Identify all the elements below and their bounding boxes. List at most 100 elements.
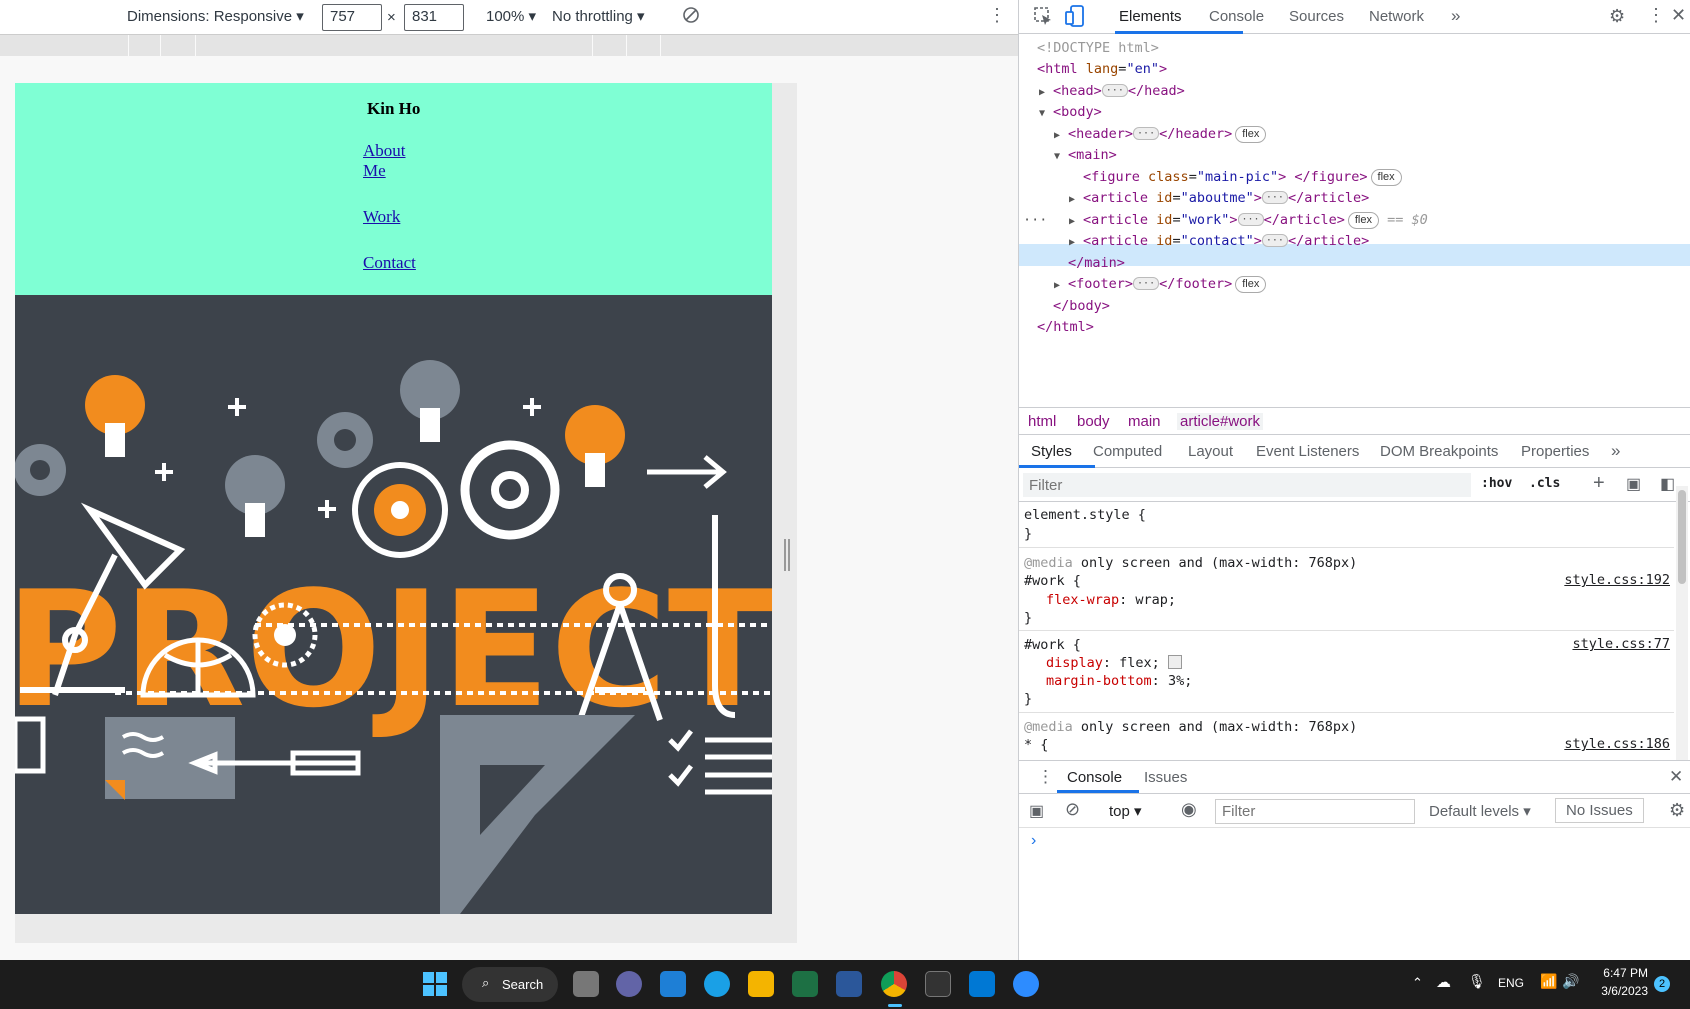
language-indicator[interactable]: ENG xyxy=(1498,976,1524,990)
drawer-menu-icon[interactable]: ⋮ xyxy=(1037,767,1054,787)
zoom-dropdown[interactable]: 100% ▾ xyxy=(486,7,536,25)
breadcrumb-html[interactable]: html xyxy=(1028,413,1056,430)
tab-network[interactable]: Network xyxy=(1369,8,1424,25)
toggle-sidebar-icon[interactable]: ◧ xyxy=(1660,474,1675,494)
more-options-icon[interactable]: ⋮ xyxy=(988,5,1006,26)
source-link[interactable]: style.css:186 xyxy=(1564,736,1670,752)
nav-link-contact[interactable]: Contact xyxy=(363,253,419,273)
sidebar-toggle-icon[interactable]: ▣ xyxy=(1029,801,1044,821)
hov-toggle[interactable]: :hov xyxy=(1481,476,1512,491)
dom-article-work[interactable]: ▶ <article id="work"> ··· </article> flex ==… xyxy=(1069,210,1428,231)
wifi-icon[interactable]: 📶 xyxy=(1540,973,1557,990)
dom-footer-node[interactable]: ▶ <footer> ··· </footer> flex xyxy=(1054,274,1267,295)
tab-computed[interactable]: Computed xyxy=(1093,443,1162,460)
chrome-icon[interactable] xyxy=(881,971,907,997)
scrollbar-thumb[interactable] xyxy=(1678,490,1686,584)
viewport-stage: Kin Ho About Me Work Contact PROJECT xyxy=(0,56,1018,990)
source-link[interactable]: style.css:77 xyxy=(1572,636,1670,652)
dom-article-aboutme[interactable]: ▶ <article id="aboutme"> ··· </article> xyxy=(1069,188,1369,209)
dimensions-dropdown[interactable]: Dimensions: Responsive ▾ xyxy=(127,7,304,25)
inspect-element-icon[interactable] xyxy=(1033,6,1053,29)
dom-head-node[interactable]: ▶ <head> ··· </head> xyxy=(1039,81,1185,102)
drawer-tab-console[interactable]: Console xyxy=(1067,769,1122,786)
breadcrumb-article-work[interactable]: article#work xyxy=(1177,413,1264,430)
tab-sources[interactable]: Sources xyxy=(1289,8,1344,25)
flex-badge[interactable]: flex xyxy=(1370,169,1402,186)
tab-properties[interactable]: Properties xyxy=(1521,443,1589,460)
store-icon[interactable] xyxy=(660,971,686,997)
clock-date[interactable]: 3/6/2023 xyxy=(1596,984,1648,998)
word-icon[interactable] xyxy=(836,971,862,997)
rotate-icon[interactable] xyxy=(681,5,701,29)
more-tabs-icon[interactable]: » xyxy=(1451,6,1460,26)
height-input[interactable]: 831 xyxy=(404,4,464,31)
context-selector[interactable]: top ▾ xyxy=(1109,802,1142,820)
more-tabs-icon[interactable]: » xyxy=(1611,441,1620,461)
cls-toggle[interactable]: .cls xyxy=(1529,476,1560,491)
tab-console[interactable]: Console xyxy=(1209,8,1264,25)
close-drawer-icon[interactable]: ✕ xyxy=(1669,767,1683,787)
resize-handle-right[interactable] xyxy=(784,539,790,571)
paint-bucket-icon[interactable]: ▣ xyxy=(1626,474,1641,494)
flexbox-editor-icon[interactable] xyxy=(1167,655,1182,669)
flex-badge[interactable]: flex xyxy=(1347,212,1379,229)
console-settings-icon[interactable]: ⚙ xyxy=(1669,800,1685,821)
styles-filter-input[interactable] xyxy=(1023,473,1471,497)
vscode-icon[interactable] xyxy=(969,971,995,997)
customize-menu-icon[interactable]: ⋮ xyxy=(1647,5,1665,26)
styles-scrollbar[interactable] xyxy=(1676,486,1688,760)
width-input[interactable]: 757 xyxy=(322,4,382,31)
drawer-tab-issues[interactable]: Issues xyxy=(1144,769,1187,786)
clear-console-icon[interactable]: ⊘ xyxy=(1065,799,1080,820)
notification-badge[interactable]: 2 xyxy=(1654,976,1670,992)
volume-icon[interactable]: 🔊 xyxy=(1562,973,1579,990)
breadcrumb-main[interactable]: main xyxy=(1128,413,1161,430)
nav-link-work[interactable]: Work xyxy=(363,207,419,227)
tray-chevron-icon[interactable]: ⌃ xyxy=(1412,975,1423,991)
microphone-icon[interactable]: 🎙 xyxy=(1468,973,1486,990)
rule-work[interactable]: #work { style.css:77 display: flex; marg… xyxy=(1019,631,1674,713)
settings-gear-icon[interactable]: ⚙ xyxy=(1609,6,1625,27)
tab-styles[interactable]: Styles xyxy=(1031,443,1072,460)
dom-body-node[interactable]: ▼ <body> xyxy=(1039,102,1102,123)
dom-header-node[interactable]: ▶ <header> ··· </header> flex xyxy=(1054,124,1267,145)
breadcrumb-body[interactable]: body xyxy=(1077,413,1110,430)
dom-main-node[interactable]: ▼ <main> xyxy=(1054,145,1117,166)
row-options-icon[interactable]: ··· xyxy=(1023,210,1047,231)
rule-element-style[interactable]: element.style { } xyxy=(1019,502,1674,548)
terminal-icon[interactable] xyxy=(925,971,951,997)
taskbar-search[interactable]: ⌕ Search xyxy=(462,967,558,1002)
task-view-icon[interactable] xyxy=(573,971,599,997)
issues-button[interactable]: No Issues xyxy=(1555,798,1644,823)
tab-event-listeners[interactable]: Event Listeners xyxy=(1256,443,1359,460)
flex-badge[interactable]: flex xyxy=(1235,276,1267,293)
eye-icon[interactable]: ◉ xyxy=(1181,799,1197,820)
tab-elements[interactable]: Elements xyxy=(1119,8,1182,25)
file-explorer-icon[interactable] xyxy=(748,971,774,997)
nav-link-about-me[interactable]: About Me xyxy=(363,141,419,181)
start-icon[interactable] xyxy=(422,971,448,997)
tab-dom-breakpoints[interactable]: DOM Breakpoints xyxy=(1380,443,1498,460)
rule-media-work[interactable]: @media only screen and (max-width: 768px… xyxy=(1019,548,1674,631)
dom-figure-node[interactable]: <figure class="main-pic"> </figure> flex xyxy=(1083,167,1402,188)
tab-layout[interactable]: Layout xyxy=(1188,443,1233,460)
console-filter-input[interactable] xyxy=(1215,799,1415,824)
onedrive-icon[interactable]: ☁ xyxy=(1436,973,1451,991)
device-toggle-icon[interactable] xyxy=(1065,5,1085,30)
throttling-dropdown[interactable]: No throttling ▾ xyxy=(552,7,645,25)
flex-badge[interactable]: flex xyxy=(1235,126,1267,143)
rule-media-star[interactable]: @media only screen and (max-width: 768px… xyxy=(1019,713,1674,760)
source-link[interactable]: style.css:192 xyxy=(1564,572,1670,588)
clock-time[interactable]: 6:47 PM xyxy=(1600,966,1648,980)
dom-article-contact[interactable]: ▶ <article id="contact"> ··· </article> xyxy=(1069,231,1369,252)
teams-chat-icon[interactable] xyxy=(616,971,642,997)
new-style-rule-icon[interactable]: + xyxy=(1593,472,1605,495)
help-icon[interactable] xyxy=(704,971,730,997)
zoom-icon[interactable] xyxy=(1013,971,1039,997)
console-prompt[interactable]: › xyxy=(1031,832,1036,850)
media-query-ruler[interactable] xyxy=(0,34,1018,57)
close-devtools-icon[interactable]: ✕ xyxy=(1671,5,1686,26)
log-levels-dropdown[interactable]: Default levels ▾ xyxy=(1429,802,1531,820)
excel-icon[interactable] xyxy=(792,971,818,997)
dom-html-node[interactable]: <html lang="en"> xyxy=(1037,59,1167,80)
